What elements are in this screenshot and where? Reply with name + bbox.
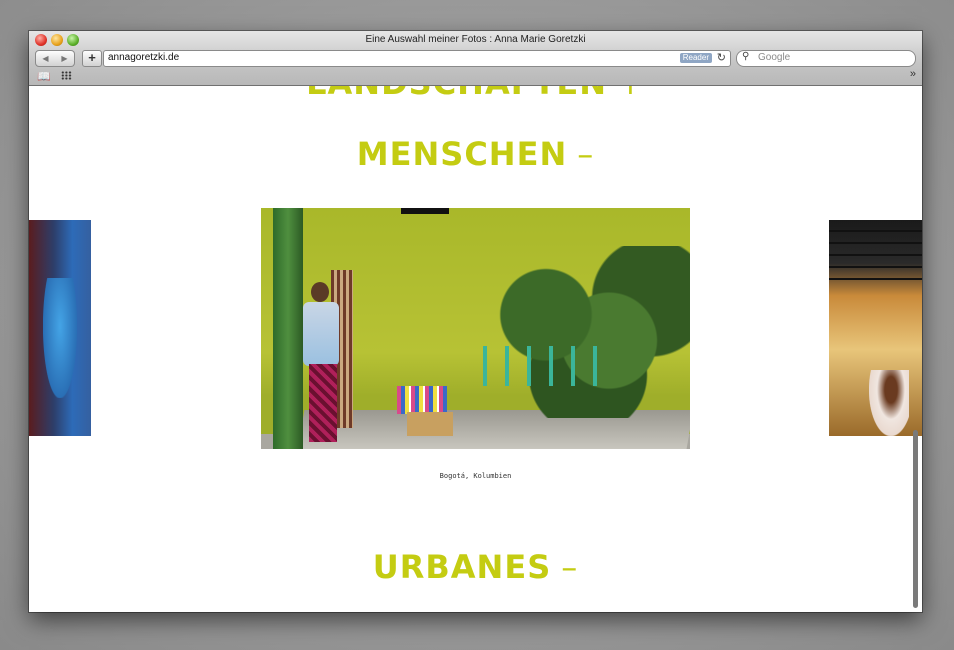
collapse-minus-icon[interactable]: –: [577, 135, 594, 173]
gallery-previous-photo[interactable]: [29, 220, 91, 436]
forward-arrow-icon: ▶: [61, 54, 68, 63]
section-landschaften[interactable]: LANDSCHAFTEN +: [29, 86, 922, 102]
double-chevron-icon[interactable]: »: [910, 68, 916, 80]
section-title-label: LANDSCHAFTEN: [306, 86, 607, 102]
search-field[interactable]: ⚲ Google: [736, 50, 916, 67]
reload-icon[interactable]: ↻: [717, 51, 726, 64]
reader-button[interactable]: Reader: [679, 53, 712, 63]
address-bar[interactable]: annagoretzki.de Reader ↻: [103, 50, 731, 67]
plus-icon: +: [88, 50, 96, 65]
gallery-current-photo[interactable]: [261, 208, 690, 449]
open-book-icon[interactable]: 📖: [37, 70, 51, 83]
add-bookmark-button[interactable]: +: [82, 50, 102, 67]
forward-button[interactable]: ▶: [55, 50, 75, 67]
window-title: Eine Auswahl meiner Fotos : Anna Marie G…: [365, 34, 586, 45]
photo-caption: Bogotá, Kolumbien: [439, 472, 512, 480]
browser-toolbar: Eine Auswahl meiner Fotos : Anna Marie G…: [29, 31, 922, 86]
section-urbanes[interactable]: URBANES –: [29, 548, 922, 586]
grid-icon[interactable]: [61, 71, 72, 80]
section-menschen[interactable]: MENSCHEN –: [29, 135, 922, 173]
collapse-minus-icon[interactable]: –: [561, 548, 578, 586]
gallery-next-photo[interactable]: [829, 220, 922, 436]
magnifier-icon: ⚲: [742, 51, 750, 62]
back-button[interactable]: ◀: [35, 50, 56, 67]
page-content: LANDSCHAFTEN+ MENSCHEN–: [29, 86, 922, 612]
back-arrow-icon: ◀: [42, 54, 49, 63]
browser-window: Eine Auswahl meiner Fotos : Anna Marie G…: [29, 31, 922, 612]
section-title-label: MENSCHEN: [356, 135, 568, 173]
url-text[interactable]: annagoretzki.de: [108, 52, 179, 63]
search-placeholder[interactable]: Google: [758, 52, 790, 63]
section-title-label: URBANES: [372, 548, 552, 586]
expand-plus-icon[interactable]: +: [617, 86, 645, 102]
vertical-scrollbar[interactable]: [913, 430, 918, 608]
